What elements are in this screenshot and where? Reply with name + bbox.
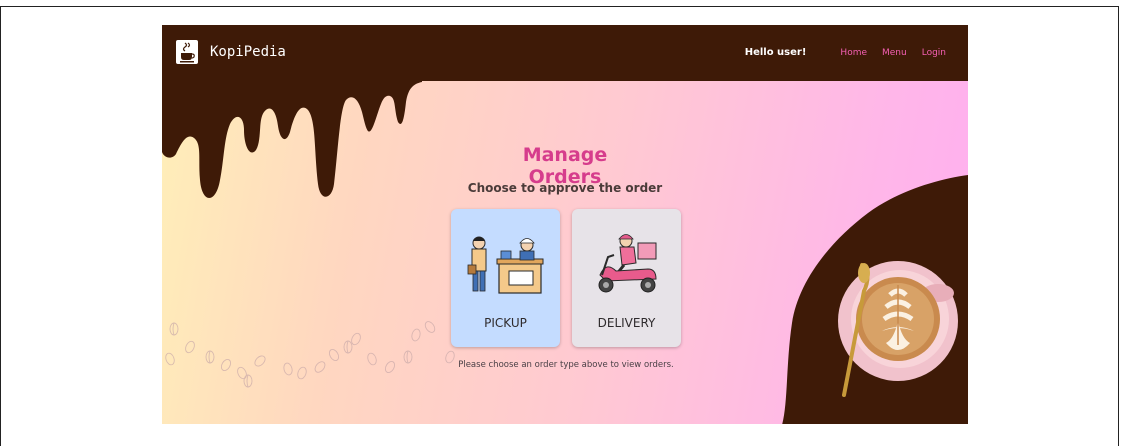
nav-menu: Hello user! Home Menu Login [745,47,946,58]
user-greeting: Hello user! [744,47,807,58]
delivery-option-card[interactable]: DELIVERY [572,209,681,347]
navbar: KopiPedia Hello user! Home Menu Login [162,25,968,81]
pickup-counter-icon [467,236,544,294]
nav-link-home[interactable]: Home [840,48,867,58]
latte-art-cup-decoration [782,175,968,424]
chocolate-drip-decoration [162,80,422,198]
order-type-hint: Please choose an order type above to vie… [458,360,674,370]
nav-link-login[interactable]: Login [922,48,946,58]
nav-link-menu[interactable]: Menu [882,48,907,58]
page-subtitle: Choose to approve the order [467,181,663,195]
scooter-courier-icon [598,234,657,293]
pickup-option-card[interactable]: PICKUP [451,209,560,347]
app-window: KopiPedia Hello user! Home Menu Login Ma… [162,25,968,424]
brand-name[interactable]: KopiPedia [210,44,286,60]
coffee-cup-logo-icon[interactable] [176,40,198,64]
pickup-label: PICKUP [484,316,527,330]
coffee-beans-decoration [165,321,455,388]
delivery-label: DELIVERY [597,316,656,330]
